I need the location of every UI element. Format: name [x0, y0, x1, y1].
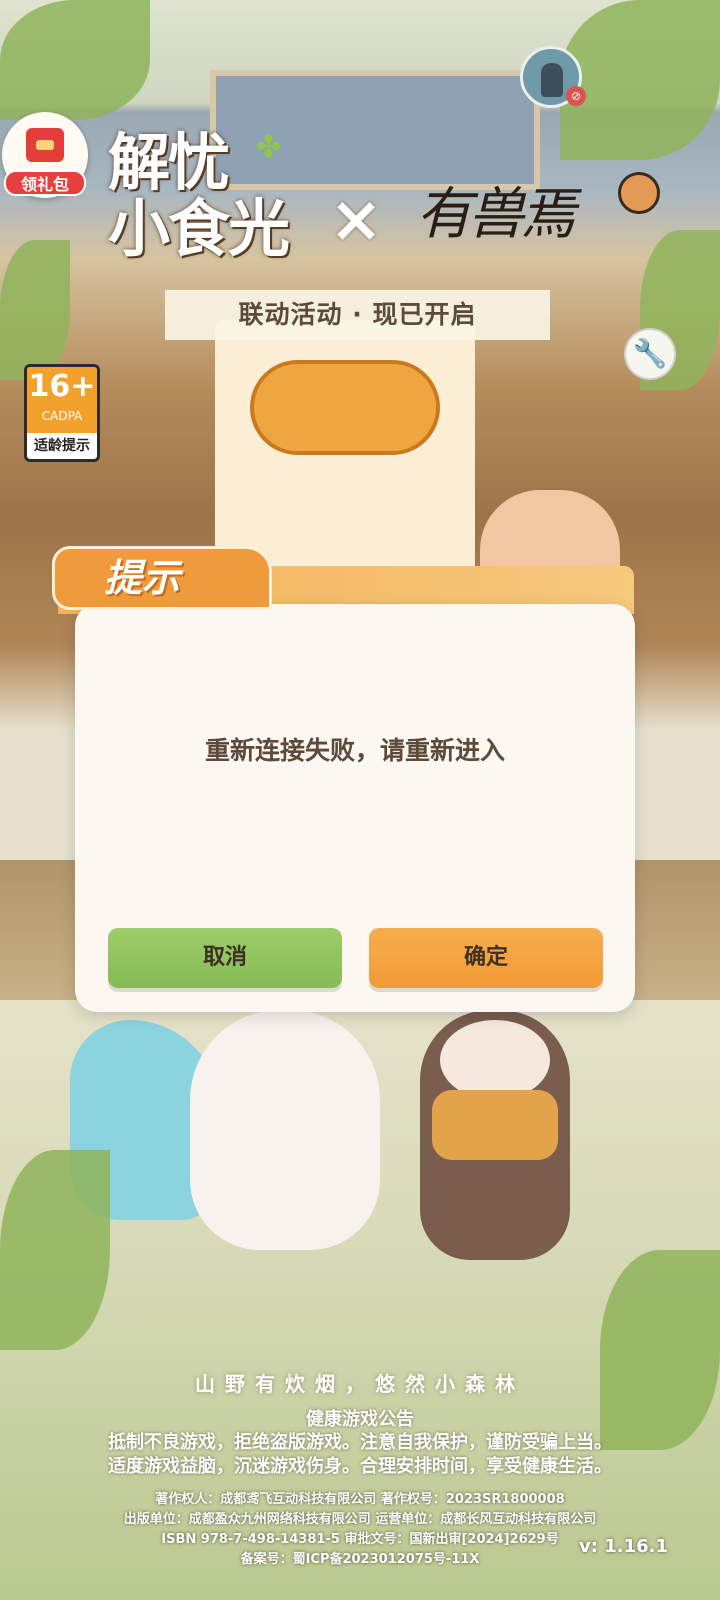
paw-icon	[618, 172, 660, 214]
age-rating: 16+	[28, 369, 96, 404]
dialog-title: 提示	[104, 555, 181, 600]
clover-icon: ✤	[256, 130, 282, 165]
cancel-button[interactable]: 取消	[108, 928, 342, 988]
publisher-text: 出版单位：成都盈众九州网络科技有限公司 运营单位：成都长风互动科技有限公司	[123, 1512, 597, 1527]
background-leaf	[0, 240, 70, 380]
event-banner: 联动活动 · 现已开启	[238, 300, 477, 329]
gift-icon	[26, 128, 64, 162]
background-cat-character	[190, 1010, 380, 1250]
copyright-text: 著作权人：成都鸢飞互动科技有限公司 著作权号：2023SR1800008	[155, 1492, 565, 1507]
background-bread-illustration	[250, 360, 440, 455]
collab-cross: ×	[329, 183, 383, 257]
age-rating-tip: 适龄提示	[34, 438, 90, 454]
microphone-off-icon: ⊘	[566, 86, 586, 106]
background-otter-shirt	[432, 1090, 558, 1160]
game-logo: 解忧 小食光 ✤	[108, 130, 308, 280]
slogan: 山野有炊烟，悠然小森林	[195, 1372, 525, 1396]
background-otter-face	[440, 1020, 550, 1100]
background-leaf	[0, 1150, 110, 1350]
logo-line-2: 小食光	[108, 192, 290, 265]
version-text: v: 1.16.1	[579, 1536, 668, 1557]
dialog-message: 重新连接失败，请重新进入	[204, 736, 505, 765]
health-notice-line: 抵制不良游戏，拒绝盗版游戏。注意自我保护，谨防受骗上当。	[108, 1432, 612, 1453]
wrench-icon[interactable]: 🔧	[624, 328, 676, 380]
gift-label[interactable]: 领礼包	[4, 170, 86, 196]
health-notice-line: 适度游戏益脑，沉迷游戏伤身。合理安排时间，享受健康生活。	[108, 1456, 612, 1477]
age-rating-org: CADPA	[41, 409, 83, 423]
background-leaf	[560, 0, 720, 160]
confirm-button[interactable]: 确定	[369, 928, 603, 988]
age-rating-badge[interactable]: 16+ CADPA 适龄提示	[24, 364, 100, 462]
background-leaf	[0, 0, 150, 120]
